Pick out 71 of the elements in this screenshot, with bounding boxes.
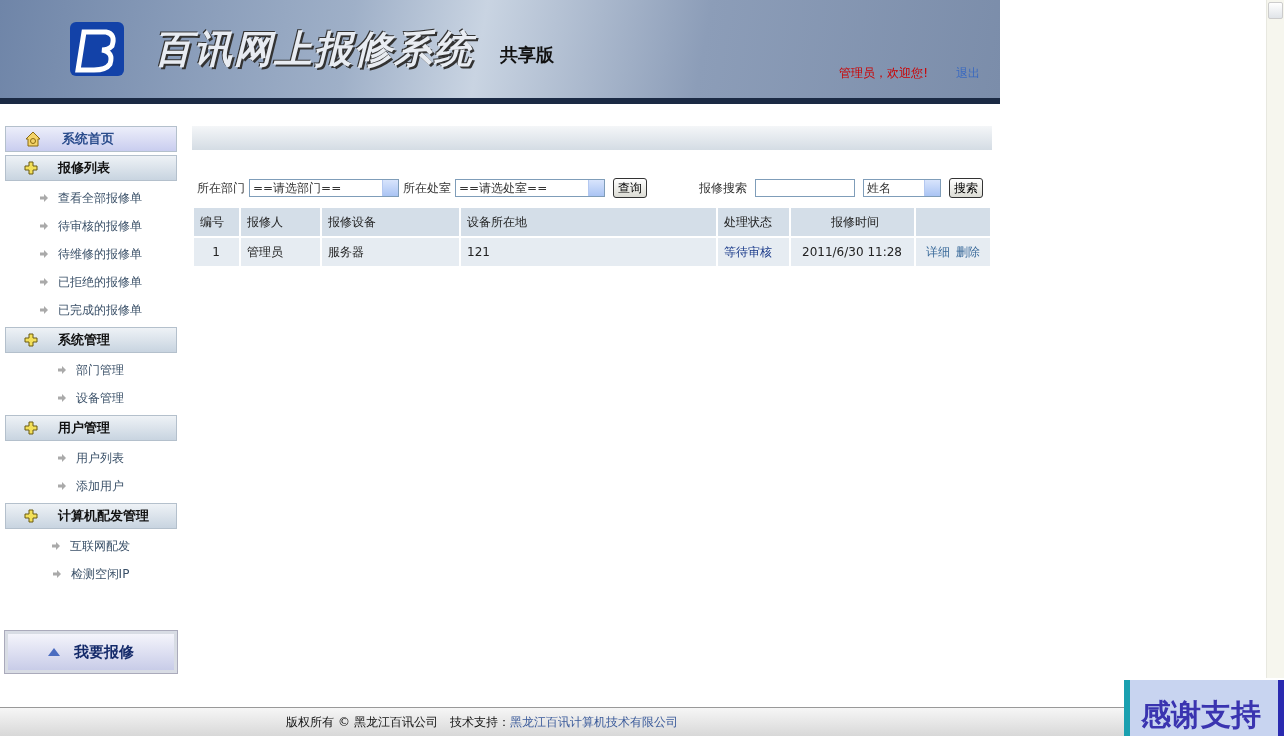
table-cell: 1 xyxy=(194,236,239,266)
department-label: 所在部门 xyxy=(197,179,245,197)
column-header: 设备所在地 xyxy=(461,208,716,236)
menu-section-header[interactable]: 系统管理 xyxy=(5,327,177,353)
house-icon xyxy=(24,130,42,148)
menu-section-header[interactable]: 报修列表 xyxy=(5,155,177,181)
section-label: 报修列表 xyxy=(58,159,110,177)
arrow-icon xyxy=(40,194,48,202)
section-label: 系统管理 xyxy=(58,331,110,349)
arrow-icon xyxy=(40,278,48,286)
plus-icon xyxy=(24,421,38,435)
arrow-icon xyxy=(58,482,66,490)
plus-icon xyxy=(24,161,38,175)
arrow-up-icon xyxy=(48,648,60,656)
search-input[interactable] xyxy=(755,179,855,197)
plus-icon xyxy=(24,333,38,347)
arrow-icon xyxy=(40,306,48,314)
menu-link[interactable]: 查看全部报修单 xyxy=(40,184,142,212)
menu-link[interactable]: 已完成的报修单 xyxy=(40,296,142,324)
home-label: 系统首页 xyxy=(62,130,114,148)
column-header: 报修设备 xyxy=(322,208,459,236)
query-button[interactable]: 查询 xyxy=(613,178,647,198)
menu-section-header[interactable]: 计算机配发管理 xyxy=(5,503,177,529)
menu-link[interactable]: 已拒绝的报修单 xyxy=(40,268,142,296)
support-link[interactable]: 黑龙江百讯计算机技术有限公司 xyxy=(509,713,678,731)
menu-section-header[interactable]: 用户管理 xyxy=(5,415,177,441)
search-field-select[interactable]: 姓名 xyxy=(863,179,941,197)
scroll-up-button[interactable] xyxy=(1268,2,1283,19)
arrow-icon xyxy=(40,222,48,230)
status-cell: 等待审核 xyxy=(718,236,789,266)
table-cell: 服务器 xyxy=(322,236,459,266)
arrow-icon xyxy=(52,542,60,550)
arrow-icon xyxy=(58,394,66,402)
plus-icon xyxy=(24,509,38,523)
menu-link[interactable]: 待审核的报修单 xyxy=(40,212,142,240)
logo-icon xyxy=(70,22,124,76)
office-select[interactable]: ==请选处室== xyxy=(455,179,605,197)
table-cell: 121 xyxy=(461,236,716,266)
arrow-icon xyxy=(52,570,61,578)
column-header: 处理状态 xyxy=(718,208,789,236)
menu-link[interactable]: 添加用户 xyxy=(58,472,124,500)
menu-link[interactable]: 部门管理 xyxy=(58,356,124,384)
section-label: 计算机配发管理 xyxy=(58,507,149,525)
section-label: 用户管理 xyxy=(58,419,110,437)
menu-link[interactable]: 待维修的报修单 xyxy=(40,240,142,268)
menu-link[interactable]: 检测空闲IP xyxy=(52,560,130,588)
scrollbar[interactable] xyxy=(1266,0,1284,678)
search-label: 报修搜索 xyxy=(699,179,747,197)
copyright-text: 版权所有 © 黑龙江百讯公司 xyxy=(286,713,438,731)
edition-label: 共享版 xyxy=(500,43,554,67)
column-header: 报修时间 xyxy=(791,208,914,236)
table-cell: 2011/6/30 11:28 xyxy=(791,236,914,266)
arrow-icon xyxy=(58,366,66,374)
home-menu-item[interactable]: 系统首页 xyxy=(5,126,177,152)
column-header: 编号 xyxy=(194,208,239,236)
action-link[interactable]: 删除 xyxy=(955,244,980,259)
menu-link[interactable]: 互联网配发 xyxy=(52,532,130,560)
menu-link[interactable]: 用户列表 xyxy=(58,444,124,472)
welcome-text: 管理员，欢迎您! xyxy=(839,65,928,82)
column-header: 报修人 xyxy=(241,208,320,236)
menu-link[interactable]: 设备管理 xyxy=(58,384,124,412)
department-select[interactable]: ==请选部门== xyxy=(249,179,399,197)
arrow-icon xyxy=(58,454,66,462)
search-button[interactable]: 搜索 xyxy=(949,178,983,198)
office-label: 所在处室 xyxy=(403,179,451,197)
thanks-banner[interactable]: 感谢支持 xyxy=(1124,680,1284,736)
support-label: 技术支持： xyxy=(449,713,510,731)
report-repair-button[interactable]: 我要报修 xyxy=(5,631,177,673)
table-cell: 管理员 xyxy=(241,236,320,266)
arrow-icon xyxy=(40,250,48,258)
action-link[interactable]: 详细 xyxy=(925,244,950,259)
